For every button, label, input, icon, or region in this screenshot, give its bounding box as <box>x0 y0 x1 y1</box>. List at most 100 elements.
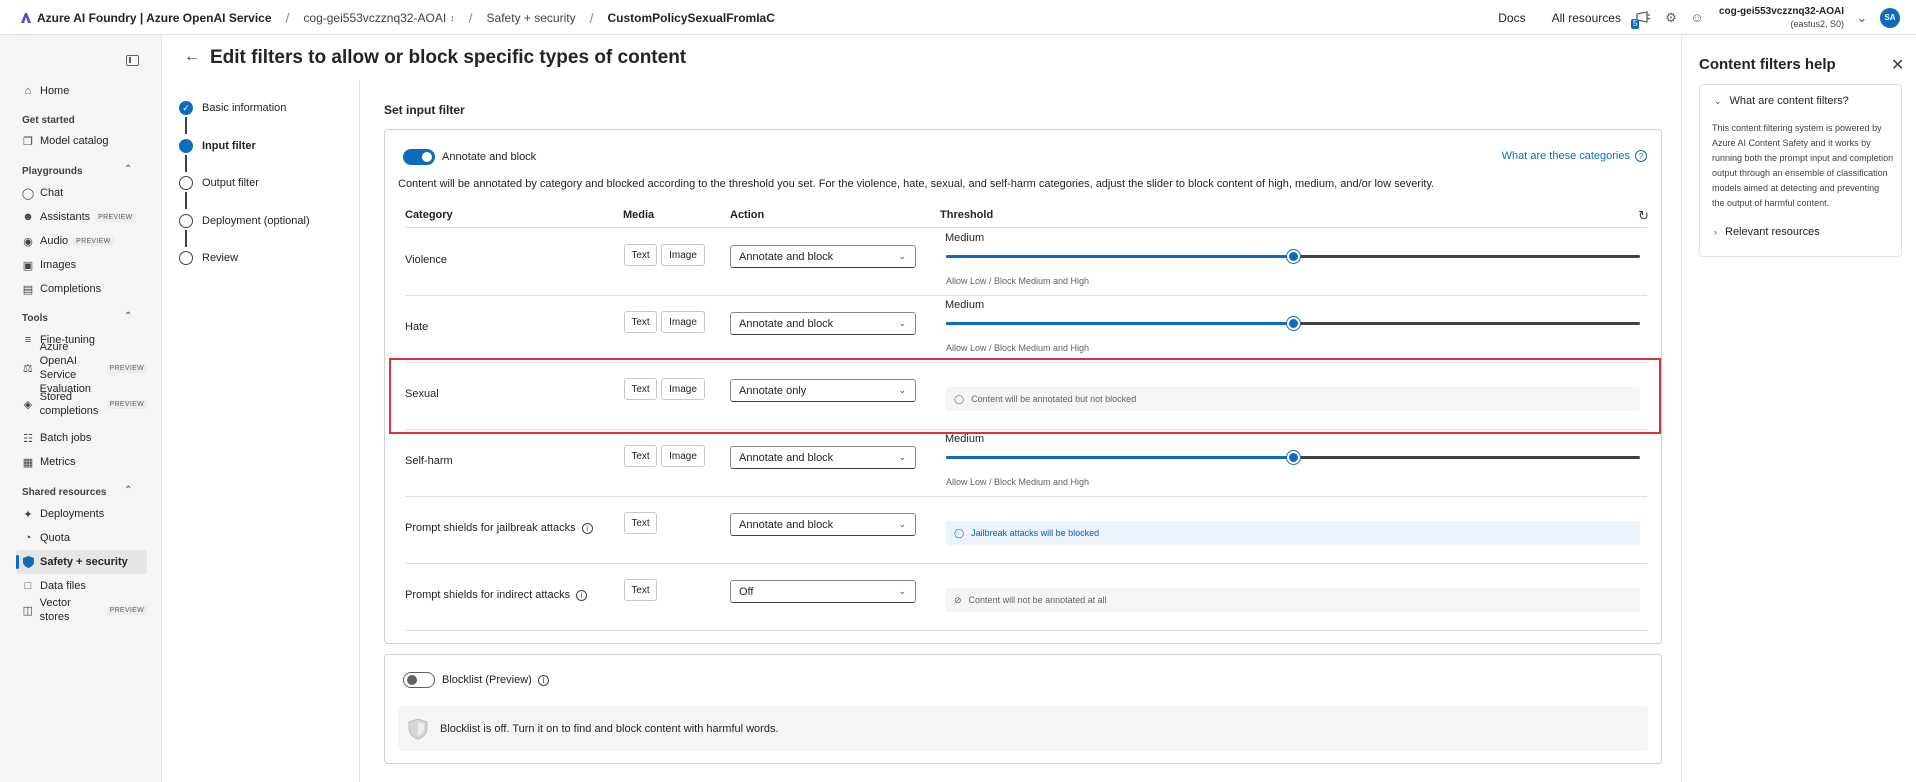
deployments-icon: ✦ <box>23 508 33 521</box>
reset-icon[interactable]: ↻ <box>1638 208 1649 224</box>
step-deployment[interactable]: Deployment (optional) <box>179 211 419 231</box>
brand-link[interactable]: Azure AI Foundry | Azure OpenAI Service <box>37 11 272 25</box>
sidebar-item-data-files[interactable]: □ Data files <box>16 574 147 598</box>
back-arrow-icon[interactable]: ← <box>184 48 200 66</box>
media-image-button[interactable]: Image <box>661 311 705 333</box>
question-icon: ? <box>1635 150 1647 162</box>
media-image-button[interactable]: Image <box>661 378 705 400</box>
info-icon[interactable]: i <box>576 589 588 601</box>
table-row-hate: Hate Text Image Annotate and block ⌄ Medi… <box>385 295 1663 362</box>
sidebar-item-chat[interactable]: ◯ Chat <box>16 181 147 205</box>
category-label: Self-harm <box>405 455 453 467</box>
close-icon[interactable]: ✕ <box>1891 55 1904 75</box>
step-label: Output filter <box>202 177 259 189</box>
breadcrumb: Azure AI Foundry | Azure OpenAI Service … <box>20 0 775 35</box>
media-text-button[interactable]: Text <box>624 311 657 333</box>
action-dropdown[interactable]: Annotate and block ⌄ <box>730 312 916 335</box>
current-step-icon <box>179 139 193 153</box>
step-label: Review <box>202 252 239 264</box>
media-text-button[interactable]: Text <box>624 244 657 266</box>
feedback-smiley-icon[interactable]: ☺ <box>1689 10 1705 26</box>
info-icon[interactable]: i <box>537 674 549 686</box>
sidebar-item-deployments[interactable]: ✦ Deployments <box>16 502 147 526</box>
action-dropdown[interactable]: Off ⌄ <box>730 580 916 603</box>
sidebar-item-model-catalog[interactable]: ❐ Model catalog <box>16 129 147 153</box>
media-image-button[interactable]: Image <box>661 445 705 467</box>
step-basic-information[interactable]: ✓ Basic information <box>179 98 419 118</box>
sidebar-item-vector-stores[interactable]: ◫ Vector stores PREVIEW <box>16 597 147 623</box>
sidebar-item-assistants[interactable]: ☻ Assistants PREVIEW <box>16 205 147 229</box>
chevron-down-icon: ⌄ <box>898 586 906 596</box>
sidebar-item-completions[interactable]: ▤ Completions <box>16 277 147 301</box>
nav-group-label: Get started <box>22 115 75 126</box>
chevron-updown-icon[interactable]: ↕ <box>450 13 455 23</box>
step-connector <box>185 192 187 209</box>
step-review[interactable]: Review <box>179 248 419 268</box>
action-value: Annotate and block <box>739 518 834 531</box>
step-output-filter[interactable]: Output filter <box>179 173 419 193</box>
chevron-up-icon[interactable]: ⌃ <box>124 311 132 322</box>
sidebar-item-evaluation[interactable]: ⚖ Azure OpenAI Service Evaluation PREVIEW <box>16 341 147 395</box>
nav-group-tools[interactable]: Tools ⌃ <box>22 311 132 324</box>
sidebar-item-batch-jobs[interactable]: ☷ Batch jobs <box>16 426 147 450</box>
annotate-block-toggle[interactable] <box>403 149 435 165</box>
sidebar-item-label: Safety + security <box>40 556 128 568</box>
chevron-up-icon[interactable]: ⌃ <box>124 164 132 175</box>
media-text-button[interactable]: Text <box>624 512 657 534</box>
media-text-button[interactable]: Text <box>624 579 657 601</box>
shield-icon <box>408 717 428 740</box>
chat-icon: ◯ <box>21 187 35 200</box>
blocklist-toggle[interactable] <box>403 672 435 688</box>
help-card: ⌄ What are content filters? This content … <box>1699 84 1902 257</box>
chevron-up-icon[interactable]: ⌃ <box>124 485 132 496</box>
all-resources-link[interactable]: All resources <box>1552 11 1621 25</box>
action-dropdown[interactable]: Annotate and block ⌄ <box>730 446 916 469</box>
collapse-sidebar-icon[interactable] <box>126 55 139 66</box>
slider-thumb[interactable] <box>1287 317 1300 330</box>
sidebar-item-home[interactable]: ⌂ Home <box>16 79 147 103</box>
slider-thumb[interactable] <box>1287 250 1300 263</box>
category-label: Hate <box>405 321 428 333</box>
avatar[interactable]: SA <box>1880 7 1900 28</box>
chevron-right-icon: › <box>1714 227 1717 237</box>
threshold-slider[interactable] <box>946 250 1640 263</box>
sidebar-item-safety-security[interactable]: Safety + security <box>16 550 147 574</box>
step-input-filter[interactable]: Input filter <box>179 136 419 156</box>
nav-group-label: Tools <box>22 313 48 324</box>
help-accordion-resources[interactable]: › Relevant resources <box>1714 226 1820 238</box>
docs-link[interactable]: Docs <box>1498 11 1525 25</box>
breadcrumb-safety[interactable]: Safety + security <box>487 11 576 25</box>
info-icon[interactable]: i <box>581 522 593 534</box>
categories-help-link[interactable]: What are these categories? <box>1502 150 1647 162</box>
slider-thumb[interactable] <box>1287 451 1300 464</box>
table-row-violence: Violence Text Image Annotate and block ⌄ … <box>385 228 1663 295</box>
action-dropdown[interactable]: Annotate only ⌄ <box>730 379 916 402</box>
action-value: Annotate only <box>739 384 807 397</box>
media-image-button[interactable]: Image <box>661 244 705 266</box>
sidebar-item-images[interactable]: ▣ Images <box>16 253 147 277</box>
sidebar-item-audio[interactable]: ◉ Audio PREVIEW <box>16 229 147 253</box>
help-accordion-what[interactable]: ⌄ What are content filters? <box>1714 95 1849 107</box>
sidebar-item-label: Deployments <box>40 508 105 520</box>
blocklist-label: Blocklist (Preview) i <box>442 674 549 686</box>
action-dropdown[interactable]: Annotate and block ⌄ <box>730 513 916 536</box>
threshold-slider[interactable] <box>946 317 1640 330</box>
media-text-button[interactable]: Text <box>624 445 657 467</box>
sidebar-item-label: Chat <box>40 187 64 199</box>
sidebar-item-stored-completions[interactable]: ◈ Stored completions PREVIEW <box>16 389 147 419</box>
threshold-note: Allow Low / Block Medium and High <box>946 343 1090 353</box>
gear-icon[interactable]: ⚙ <box>1663 10 1679 26</box>
account-info[interactable]: cog-gei553vczznq32-AOAI (eastus2, S0) <box>1719 6 1844 30</box>
media-text-button[interactable]: Text <box>624 378 657 400</box>
notifications-icon[interactable]: 5 <box>1630 10 1651 29</box>
sidebar-item-metrics[interactable]: ▦ Metrics <box>16 450 147 474</box>
table-row-self-harm: Self-harm Text Image Annotate and block ⌄… <box>385 429 1663 496</box>
chevron-down-icon[interactable]: ⌄ <box>1854 10 1870 26</box>
threshold-slider[interactable] <box>946 451 1640 464</box>
resource-switcher[interactable]: cog-gei553vczznq32-AOAI <box>303 11 446 25</box>
nav-group-shared-resources[interactable]: Shared resources ⌃ <box>22 485 132 498</box>
nav-group-playgrounds[interactable]: Playgrounds ⌃ <box>22 164 132 177</box>
account-region: (eastus2, S0) <box>1790 18 1844 29</box>
action-dropdown[interactable]: Annotate and block ⌄ <box>730 245 916 268</box>
sidebar-item-quota[interactable]: ◔ Quota <box>16 526 147 550</box>
